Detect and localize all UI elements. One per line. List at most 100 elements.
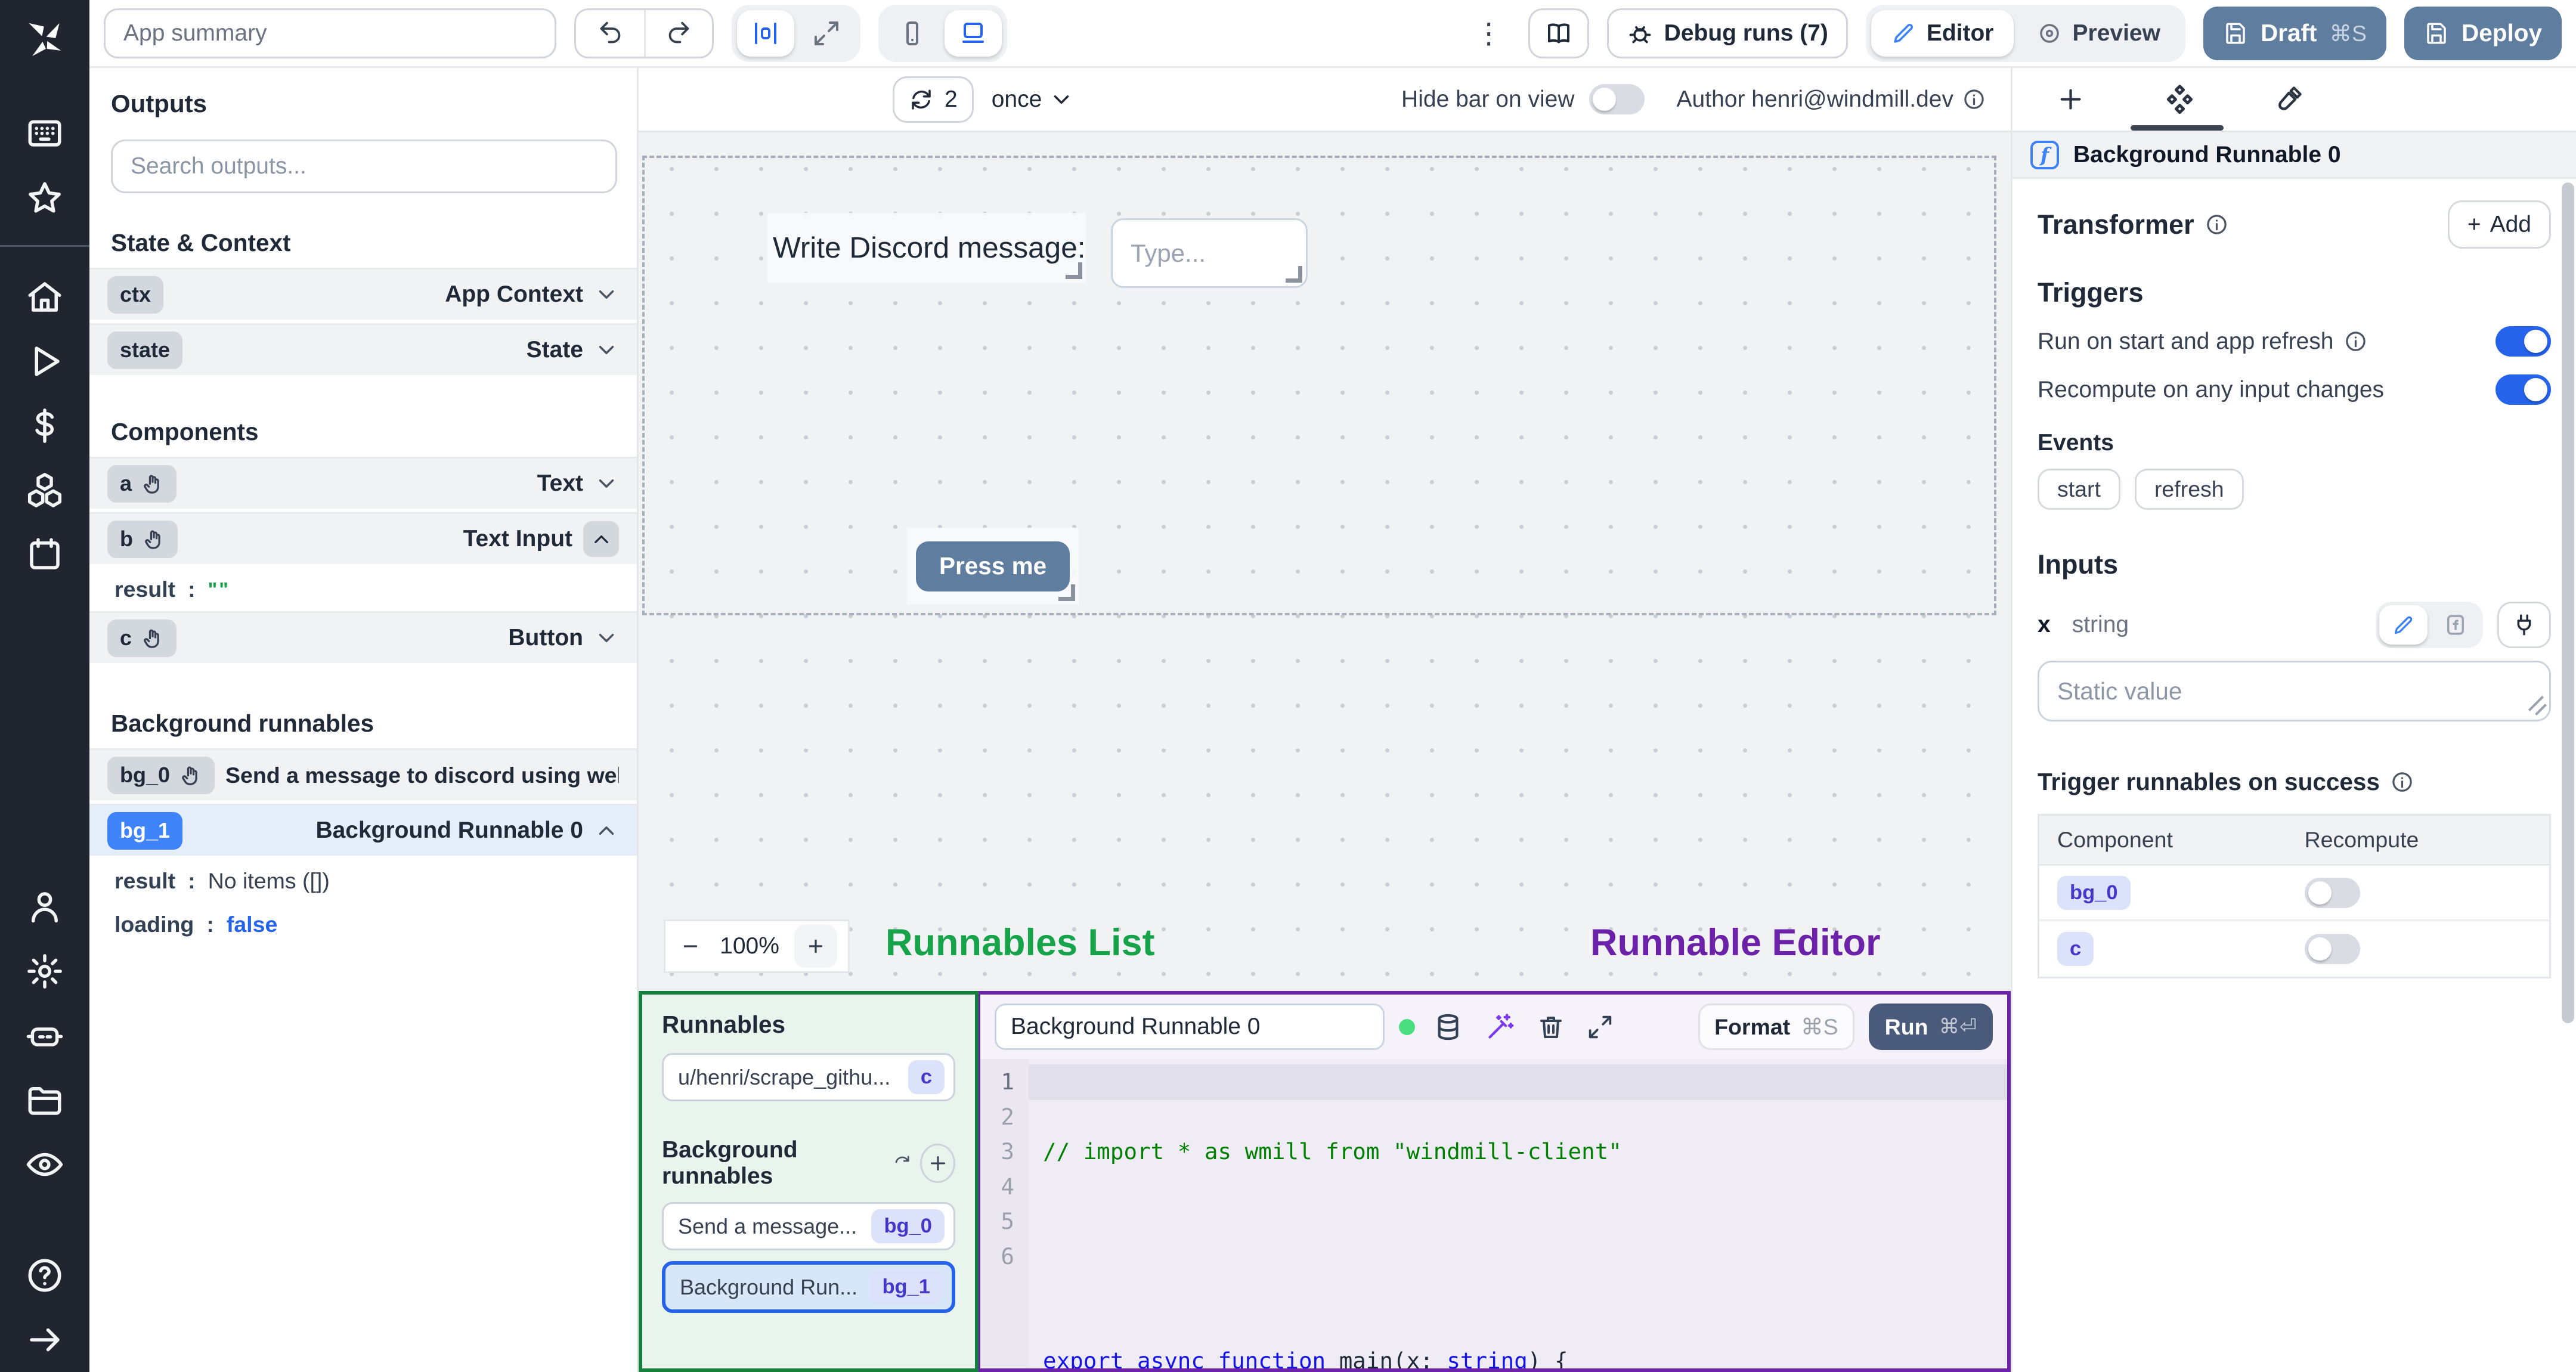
runs-play-icon[interactable]	[25, 342, 64, 381]
event-chip-refresh[interactable]: refresh	[2134, 469, 2244, 510]
undo-redo-group	[574, 8, 714, 58]
button-component-holder[interactable]: Press me	[907, 528, 1079, 605]
run-on-start-toggle[interactable]	[2496, 326, 2551, 357]
chevron-down-icon[interactable]	[594, 337, 619, 363]
scrollbar[interactable]	[2562, 182, 2574, 1023]
chevron-down-icon[interactable]	[594, 282, 619, 307]
bg1-badge: bg_1	[107, 812, 183, 850]
editor-preview-segment: Editor Preview	[1865, 4, 2185, 62]
output-row-a[interactable]: a Text	[89, 457, 637, 509]
app-summary-input[interactable]	[104, 8, 556, 58]
more-menu-icon[interactable]: ⋮	[1467, 17, 1510, 50]
runnable-item-bg0[interactable]: Send a message... bg_0	[662, 1202, 955, 1250]
docs-book-icon[interactable]	[1528, 8, 1589, 58]
table-row: bg_0	[2039, 866, 2549, 921]
static-value-input[interactable]	[2038, 661, 2551, 721]
static-pencil-icon[interactable]	[2379, 605, 2428, 645]
tab-settings-diamonds-icon[interactable]	[2163, 84, 2197, 118]
add-background-runnable-button[interactable]	[920, 1144, 956, 1183]
resources-cubes-icon[interactable]	[25, 470, 64, 510]
bounded-width-button[interactable]	[737, 10, 794, 57]
sidebar-divider	[0, 245, 89, 247]
connect-plug-icon[interactable]	[2497, 602, 2551, 648]
expand-sidebar-arrow-icon[interactable]	[25, 1320, 64, 1359]
chevron-down-icon[interactable]	[594, 471, 619, 496]
add-transformer-button[interactable]: + Add	[2447, 200, 2551, 249]
output-row-bg1[interactable]: bg_1 Background Runnable 0	[89, 804, 637, 856]
windmill-logo-icon[interactable]	[21, 16, 68, 70]
output-row-bg0[interactable]: bg_0 Send a message to discord using web…	[89, 748, 637, 800]
zoom-out-button[interactable]: −	[676, 931, 705, 962]
debug-runs-button[interactable]: Debug runs (7)	[1606, 8, 1848, 58]
schedules-calendar-icon[interactable]	[25, 535, 64, 574]
tab-editor[interactable]: Editor	[1871, 10, 2014, 57]
refresh-small-icon	[895, 1156, 909, 1163]
preview-eye-icon	[2039, 23, 2059, 43]
runnable-name-input[interactable]	[995, 1004, 1385, 1050]
full-width-button[interactable]	[798, 10, 855, 57]
recompute-c-toggle[interactable]	[2304, 934, 2360, 964]
pointer-hand-icon	[145, 530, 160, 549]
tab-preview[interactable]: Preview	[2017, 10, 2180, 57]
output-row-b[interactable]: b Text Input	[89, 512, 637, 564]
star-icon[interactable]	[25, 179, 64, 218]
undo-button[interactable]	[576, 10, 644, 57]
info-icon[interactable]	[2205, 213, 2228, 236]
deploy-button[interactable]: Deploy	[2404, 6, 2562, 60]
line-numbers: 1 2 3 4 5 6	[980, 1059, 1029, 1368]
event-chip-start[interactable]: start	[2038, 469, 2120, 510]
info-icon[interactable]	[1962, 88, 1986, 111]
trigger-row-2: Recompute on any input changes	[2038, 374, 2551, 405]
help-icon[interactable]	[25, 1256, 64, 1295]
refresh-count-button[interactable]: 2	[893, 76, 974, 123]
bg0-badge: bg_0	[107, 756, 215, 794]
expand-editor-icon[interactable]	[1583, 1010, 1617, 1044]
pencil-icon	[1894, 23, 1913, 43]
hide-bar-toggle[interactable]	[1589, 84, 1645, 114]
ai-wand-icon[interactable]	[1481, 1008, 1519, 1046]
audit-eye-icon[interactable]	[25, 1145, 64, 1184]
output-row-ctx[interactable]: ctx App Context	[89, 268, 637, 320]
tab-styling-brush-icon[interactable]	[2274, 84, 2304, 114]
refresh-icon	[912, 89, 931, 110]
workers-robot-icon[interactable]	[25, 1016, 64, 1055]
info-icon[interactable]	[2344, 330, 2367, 353]
chevron-down-icon[interactable]	[594, 625, 619, 651]
format-button[interactable]: Format ⌘S	[1698, 1004, 1854, 1050]
apps-icon[interactable]	[25, 114, 64, 154]
app-canvas[interactable]: Write Discord message: Type... Press me …	[639, 132, 2011, 991]
canvas-width-segment	[732, 4, 860, 62]
folders-icon[interactable]	[25, 1080, 64, 1120]
code-editor[interactable]: 1 2 3 4 5 6 // import * as wmill from "w…	[980, 1059, 2007, 1368]
press-me-button[interactable]: Press me	[916, 541, 1070, 591]
settings-gear-icon[interactable]	[25, 952, 64, 991]
zoom-in-button[interactable]: +	[794, 925, 837, 968]
mobile-view-button[interactable]	[884, 10, 941, 57]
code-content[interactable]: // import * as wmill from "windmill-clie…	[1029, 1059, 2007, 1368]
refresh-mode-select[interactable]: once	[992, 86, 1075, 113]
redo-button[interactable]	[644, 10, 712, 57]
cache-database-icon[interactable]	[1429, 1008, 1467, 1046]
delete-trash-icon[interactable]	[1533, 1009, 1569, 1045]
recompute-bg0-toggle[interactable]	[2304, 877, 2360, 908]
desktop-view-button[interactable]	[945, 10, 1002, 57]
variables-dollar-icon[interactable]	[25, 406, 64, 445]
info-icon[interactable]	[2391, 770, 2414, 794]
runnable-item-bg1-selected[interactable]: Background Run... bg_1	[662, 1261, 955, 1313]
runnable-item-c[interactable]: u/henri/scrape_githu... c	[662, 1053, 955, 1101]
text-component[interactable]: Write Discord message:	[767, 213, 1086, 283]
output-row-c[interactable]: c Button	[89, 611, 637, 663]
user-icon[interactable]	[25, 887, 64, 927]
draft-button[interactable]: Draft ⌘S	[2203, 6, 2386, 60]
run-button[interactable]: Run ⌘⏎	[1868, 1004, 1993, 1050]
chevron-up-icon[interactable]	[594, 818, 619, 843]
runnable-editor-panel: Format⌘S Run⌘⏎ 1 2 3	[979, 991, 2011, 1372]
chevron-up-icon[interactable]	[583, 521, 619, 557]
tab-insert-plus-icon[interactable]	[2055, 84, 2086, 114]
expression-f-icon[interactable]	[2431, 605, 2479, 645]
output-row-state[interactable]: state State	[89, 323, 637, 375]
home-icon[interactable]	[25, 277, 64, 317]
recompute-toggle[interactable]	[2496, 374, 2551, 405]
search-outputs-input[interactable]	[111, 140, 617, 193]
textinput-component[interactable]: Type...	[1111, 218, 1308, 288]
